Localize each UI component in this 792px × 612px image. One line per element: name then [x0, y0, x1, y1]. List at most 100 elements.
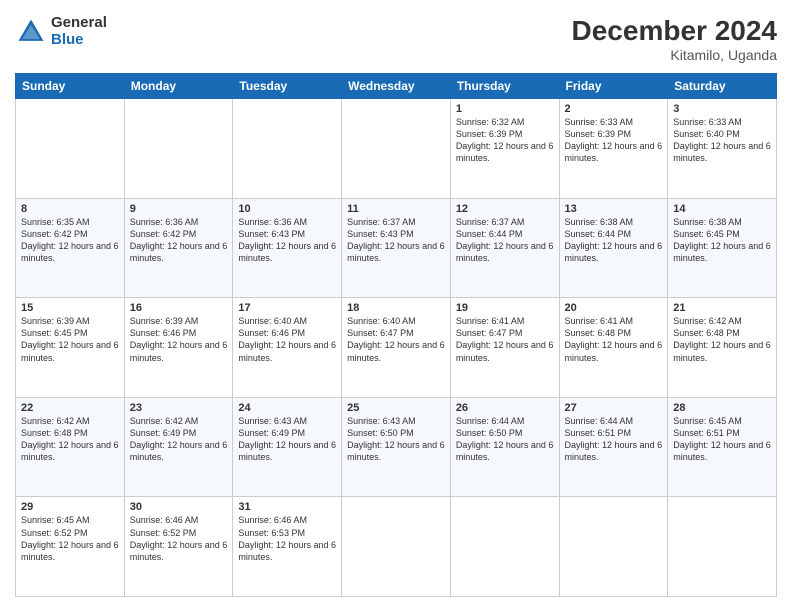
day-number: 23 — [130, 402, 228, 414]
calendar-cell: 26Sunrise: 6:44 AMSunset: 6:50 PMDayligh… — [450, 397, 559, 497]
calendar-cell: 10 Sunrise: 6:36 AMSunset: 6:43 PMDayligh… — [233, 198, 342, 298]
calendar-cell: 25 Sunrise: 6:43 AMSunset: 6:50 PMDayligh… — [342, 397, 451, 497]
calendar-cell: 24 Sunrise: 6:43 AMSunset: 6:49 PMDayligh… — [233, 397, 342, 497]
day-number: 20 — [565, 302, 663, 314]
logo: General Blue — [15, 15, 107, 48]
calendar-cell: 27 Sunrise: 6:44 AMSunset: 6:51 PMDayligh… — [559, 397, 668, 497]
logo-text: General Blue — [51, 15, 107, 48]
calendar-cell: 23 Sunrise: 6:42 AMSunset: 6:49 PMDayligh… — [124, 397, 233, 497]
day-info: Sunrise: 6:46 AMSunset: 6:53 PMDaylight:… — [238, 515, 336, 561]
day-number: 16 — [130, 302, 228, 314]
calendar-cell: 12 Sunrise: 6:37 AMSunset: 6:44 PMDayligh… — [450, 198, 559, 298]
day-info: Sunrise: 6:38 AMSunset: 6:45 PMDaylight:… — [673, 217, 771, 263]
col-header-wednesday: Wednesday — [342, 74, 451, 99]
day-info: Sunrise: 6:35 AMSunset: 6:42 PMDaylight:… — [21, 217, 119, 263]
logo-icon — [15, 16, 47, 48]
day-info: Sunrise: 6:42 AMSunset: 6:48 PMDaylight:… — [21, 416, 119, 462]
day-info: Sunrise: 6:39 AMSunset: 6:46 PMDaylight:… — [130, 316, 228, 362]
day-number: 1 — [456, 103, 554, 115]
calendar-table: SundayMondayTuesdayWednesdayThursdayFrid… — [15, 73, 777, 597]
day-number: 10 — [238, 203, 336, 215]
day-number: 13 — [565, 203, 663, 215]
day-info: Sunrise: 6:46 AMSunset: 6:52 PMDaylight:… — [130, 515, 228, 561]
day-info: Sunrise: 6:42 AMSunset: 6:49 PMDaylight:… — [130, 416, 228, 462]
day-info: Sunrise: 6:37 AMSunset: 6:43 PMDaylight:… — [347, 217, 445, 263]
calendar-cell: 14 Sunrise: 6:38 AMSunset: 6:45 PMDayligh… — [668, 198, 777, 298]
day-number: 8 — [21, 203, 119, 215]
calendar-cell — [342, 497, 451, 597]
col-header-sunday: Sunday — [16, 74, 125, 99]
day-number: 22 — [21, 402, 119, 414]
logo-blue-text: Blue — [51, 32, 107, 49]
calendar-cell: 28 Sunrise: 6:45 AMSunset: 6:51 PMDayligh… — [668, 397, 777, 497]
day-info: Sunrise: 6:44 AMSunset: 6:51 PMDaylight:… — [565, 416, 663, 462]
day-number: 17 — [238, 302, 336, 314]
col-header-friday: Friday — [559, 74, 668, 99]
header: General Blue December 2024 Kitamilo, Uga… — [15, 15, 777, 63]
day-number: 3 — [673, 103, 771, 115]
day-info: Sunrise: 6:37 AMSunset: 6:44 PMDaylight:… — [456, 217, 554, 263]
calendar-cell: 11 Sunrise: 6:37 AMSunset: 6:43 PMDayligh… — [342, 198, 451, 298]
day-number: 25 — [347, 402, 445, 414]
calendar-cell: 9 Sunrise: 6:36 AMSunset: 6:42 PMDaylight… — [124, 198, 233, 298]
calendar-cell: 20 Sunrise: 6:41 AMSunset: 6:48 PMDayligh… — [559, 298, 668, 398]
day-number: 9 — [130, 203, 228, 215]
calendar-cell — [233, 99, 342, 199]
col-header-thursday: Thursday — [450, 74, 559, 99]
col-header-monday: Monday — [124, 74, 233, 99]
calendar-cell — [342, 99, 451, 199]
day-info: Sunrise: 6:38 AMSunset: 6:44 PMDaylight:… — [565, 217, 663, 263]
logo-general-text: General — [51, 15, 107, 32]
day-number: 14 — [673, 203, 771, 215]
calendar-cell: 13 Sunrise: 6:38 AMSunset: 6:44 PMDayligh… — [559, 198, 668, 298]
calendar-cell: 29Sunrise: 6:45 AMSunset: 6:52 PMDayligh… — [16, 497, 125, 597]
subtitle: Kitamilo, Uganda — [572, 47, 777, 63]
day-number: 28 — [673, 402, 771, 414]
day-info: Sunrise: 6:36 AMSunset: 6:42 PMDaylight:… — [130, 217, 228, 263]
day-number: 2 — [565, 103, 663, 115]
day-info: Sunrise: 6:40 AMSunset: 6:46 PMDaylight:… — [238, 316, 336, 362]
day-number: 11 — [347, 203, 445, 215]
day-number: 12 — [456, 203, 554, 215]
col-header-saturday: Saturday — [668, 74, 777, 99]
calendar-cell: 22 Sunrise: 6:42 AMSunset: 6:48 PMDayligh… — [16, 397, 125, 497]
day-info: Sunrise: 6:33 AMSunset: 6:40 PMDaylight:… — [673, 117, 771, 163]
day-info: Sunrise: 6:43 AMSunset: 6:50 PMDaylight:… — [347, 416, 445, 462]
day-info: Sunrise: 6:33 AMSunset: 6:39 PMDaylight:… — [565, 117, 663, 163]
day-info: Sunrise: 6:45 AMSunset: 6:52 PMDaylight:… — [21, 515, 119, 561]
day-number: 24 — [238, 402, 336, 414]
day-info: Sunrise: 6:41 AMSunset: 6:47 PMDaylight:… — [456, 316, 554, 362]
title-block: December 2024 Kitamilo, Uganda — [572, 15, 777, 63]
day-info: Sunrise: 6:32 AMSunset: 6:39 PMDaylight:… — [456, 117, 554, 163]
calendar-cell: 2 Sunrise: 6:33 AMSunset: 6:39 PMDaylight… — [559, 99, 668, 199]
day-number: 18 — [347, 302, 445, 314]
page: General Blue December 2024 Kitamilo, Uga… — [0, 0, 792, 612]
calendar-cell — [559, 497, 668, 597]
day-number: 27 — [565, 402, 663, 414]
calendar-cell — [16, 99, 125, 199]
calendar-cell: 19 Sunrise: 6:41 AMSunset: 6:47 PMDayligh… — [450, 298, 559, 398]
day-number: 21 — [673, 302, 771, 314]
day-number: 30 — [130, 501, 228, 513]
calendar-cell: 16 Sunrise: 6:39 AMSunset: 6:46 PMDayligh… — [124, 298, 233, 398]
day-info: Sunrise: 6:41 AMSunset: 6:48 PMDaylight:… — [565, 316, 663, 362]
calendar-cell: 1 Sunrise: 6:32 AMSunset: 6:39 PMDaylight… — [450, 99, 559, 199]
day-number: 31 — [238, 501, 336, 513]
day-info: Sunrise: 6:45 AMSunset: 6:51 PMDaylight:… — [673, 416, 771, 462]
day-info: Sunrise: 6:40 AMSunset: 6:47 PMDaylight:… — [347, 316, 445, 362]
calendar-cell: 31 Sunrise: 6:46 AMSunset: 6:53 PMDayligh… — [233, 497, 342, 597]
col-header-tuesday: Tuesday — [233, 74, 342, 99]
calendar-cell: 17 Sunrise: 6:40 AMSunset: 6:46 PMDayligh… — [233, 298, 342, 398]
calendar-cell — [668, 497, 777, 597]
calendar-cell — [450, 497, 559, 597]
calendar-cell — [124, 99, 233, 199]
calendar-cell: 21Sunrise: 6:42 AMSunset: 6:48 PMDayligh… — [668, 298, 777, 398]
calendar-cell: 30 Sunrise: 6:46 AMSunset: 6:52 PMDayligh… — [124, 497, 233, 597]
main-title: December 2024 — [572, 15, 777, 47]
day-number: 15 — [21, 302, 119, 314]
day-info: Sunrise: 6:36 AMSunset: 6:43 PMDaylight:… — [238, 217, 336, 263]
calendar-cell: 15Sunrise: 6:39 AMSunset: 6:45 PMDayligh… — [16, 298, 125, 398]
day-number: 19 — [456, 302, 554, 314]
day-info: Sunrise: 6:43 AMSunset: 6:49 PMDaylight:… — [238, 416, 336, 462]
day-number: 26 — [456, 402, 554, 414]
